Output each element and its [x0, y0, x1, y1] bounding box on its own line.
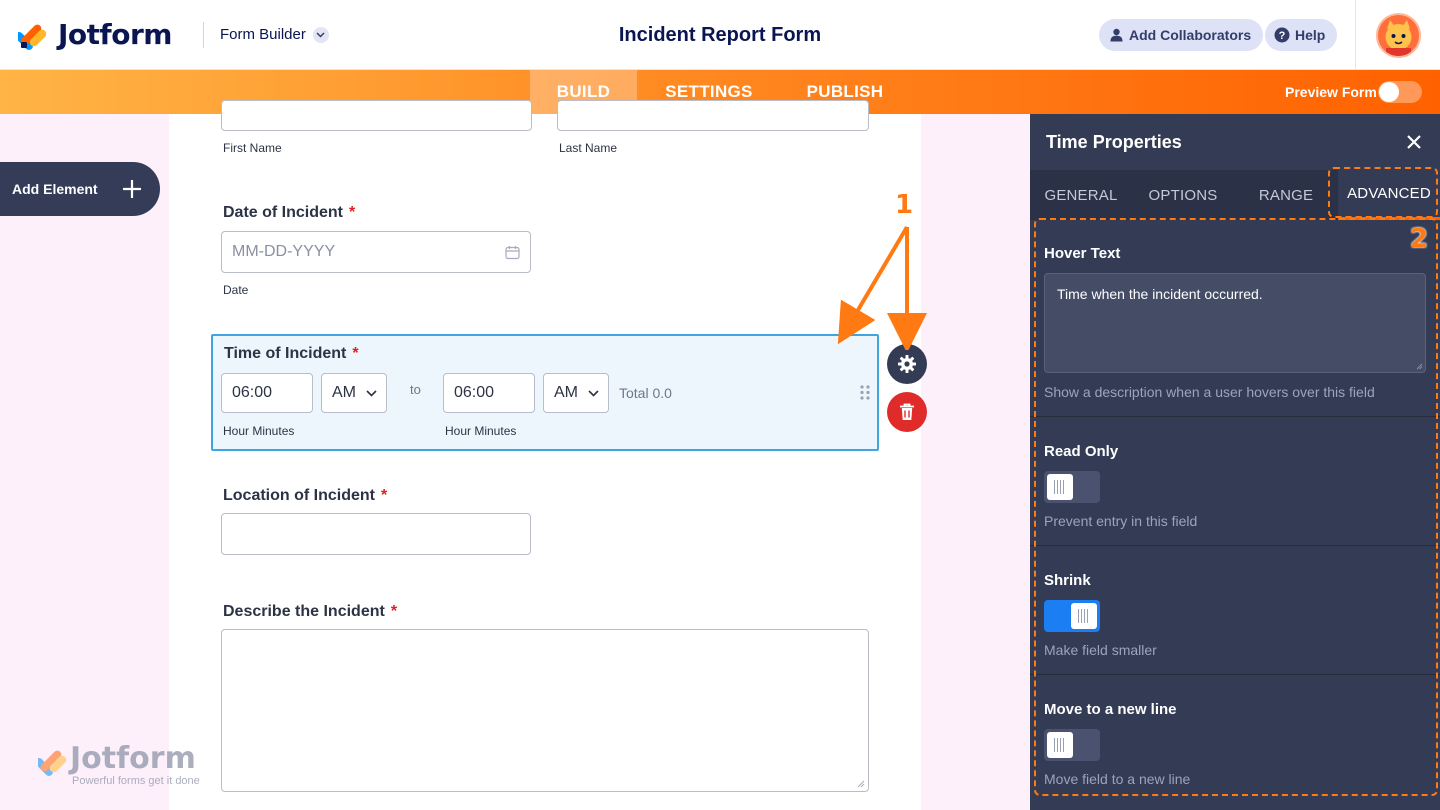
jotform-watermark: Jotform Powerful forms get it done [38, 741, 200, 787]
panel-tabs: GENERAL OPTIONS RANGE ADVANCED [1030, 170, 1440, 220]
add-collaborators-label: Add Collaborators [1129, 27, 1252, 43]
hover-text-textarea[interactable]: Time when the incident occurred. [1044, 273, 1426, 373]
tab-options[interactable]: OPTIONS [1132, 170, 1234, 220]
last-name-sublabel: Last Name [559, 141, 618, 155]
header-divider-right [1355, 0, 1356, 70]
user-avatar[interactable] [1376, 13, 1421, 58]
end-time-input[interactable]: 06:00 [443, 373, 535, 413]
end-ampm-select[interactable]: AM [543, 373, 609, 413]
date-field-label: Date of Incident * [223, 204, 356, 221]
hover-text-description: Show a description when a user hovers ov… [1044, 384, 1375, 400]
toggle-knob [1071, 603, 1097, 629]
annotation-marker-2: 2 [1410, 224, 1429, 254]
annotation-arrows [837, 225, 927, 350]
chevron-down-icon [366, 390, 377, 397]
new-line-section: Move to a new line Move field to a new l… [1030, 675, 1440, 810]
describe-field-label: Describe the Incident * [223, 603, 398, 620]
help-label: Help [1295, 27, 1326, 43]
tab-general[interactable]: GENERAL [1030, 170, 1132, 220]
start-time-input[interactable]: 06:00 [221, 373, 313, 413]
tab-advanced[interactable]: ADVANCED [1338, 170, 1440, 220]
header-divider [203, 22, 204, 48]
watermark-tagline: Powerful forms get it done [72, 775, 200, 787]
hover-text-value: Time when the incident occurred. [1057, 286, 1263, 302]
start-ampm-select[interactable]: AM [321, 373, 387, 413]
help-icon: ? [1274, 27, 1290, 43]
required-asterisk: * [352, 345, 359, 362]
time-properties-panel: Time Properties GENERAL OPTIONS RANGE AD… [1030, 114, 1440, 810]
required-asterisk: * [381, 487, 388, 504]
read-only-section: Read Only Prevent entry in this field [1030, 417, 1440, 546]
required-asterisk: * [349, 204, 356, 221]
shrink-section: Shrink Make field smaller [1030, 546, 1440, 675]
start-time-value: 06:00 [232, 384, 273, 401]
jotform-logo-icon [18, 24, 47, 50]
form-builder-label: Form Builder [220, 26, 306, 43]
close-icon[interactable] [1405, 133, 1423, 151]
jotform-watermark-logo-icon [38, 750, 67, 776]
add-element-label: Add Element [12, 181, 98, 197]
start-ampm-value: AM [332, 384, 356, 401]
toggle-knob [1047, 732, 1073, 758]
trash-icon [900, 403, 914, 420]
time-field-label: Time of Incident * [224, 345, 359, 362]
shrink-description: Make field smaller [1044, 642, 1157, 658]
chevron-down-icon [588, 390, 599, 397]
shrink-title: Shrink [1044, 572, 1091, 589]
panel-title: Time Properties [1046, 132, 1182, 152]
date-placeholder: MM-DD-YYYY [232, 243, 336, 260]
required-asterisk: * [390, 603, 398, 620]
drag-handle-icon[interactable] [860, 385, 870, 400]
toggle-knob [1047, 474, 1073, 500]
grip-icon [1078, 609, 1090, 623]
new-line-toggle[interactable] [1044, 729, 1100, 761]
read-only-toggle[interactable] [1044, 471, 1100, 503]
jotform-logo[interactable]: Jotform [18, 16, 172, 52]
time-range-to-label: to [410, 382, 421, 397]
toggle-knob [1379, 82, 1399, 102]
plus-icon [123, 180, 141, 198]
preview-form-label: Preview Form [1285, 84, 1377, 100]
end-time-sublabel: Hour Minutes [445, 424, 517, 438]
hover-text-title: Hover Text [1044, 245, 1121, 262]
svg-text:?: ? [1279, 30, 1286, 42]
user-icon [1108, 27, 1124, 43]
location-field-label: Location of Incident * [223, 487, 388, 504]
resize-handle-icon[interactable] [857, 780, 865, 788]
add-element-button[interactable]: Add Element [0, 162, 160, 216]
describe-textarea[interactable] [221, 629, 869, 792]
location-input[interactable] [221, 513, 531, 555]
first-name-sublabel: First Name [223, 141, 282, 155]
new-line-title: Move to a new line [1044, 701, 1177, 718]
top-header: Jotform Form Builder Incident Report For… [0, 0, 1440, 70]
end-time-value: 06:00 [454, 384, 495, 401]
new-line-description: Move field to a new line [1044, 771, 1191, 787]
start-time-sublabel: Hour Minutes [223, 424, 295, 438]
grip-icon [1054, 738, 1066, 752]
gear-icon [898, 355, 916, 373]
calendar-icon[interactable] [505, 245, 520, 260]
preview-form-toggle[interactable] [1378, 81, 1422, 103]
annotation-marker-1: 1 [895, 190, 914, 220]
time-total-label: Total 0.0 [619, 385, 672, 401]
read-only-title: Read Only [1044, 443, 1119, 460]
end-ampm-value: AM [554, 384, 578, 401]
last-name-input[interactable] [557, 100, 869, 131]
logo-wordmark: Jotform [58, 17, 172, 51]
form-builder-dropdown[interactable]: Form Builder [220, 26, 329, 43]
delete-field-button[interactable] [887, 392, 927, 432]
add-collaborators-button[interactable]: Add Collaborators [1099, 19, 1264, 51]
date-input[interactable]: MM-DD-YYYY [221, 231, 531, 273]
watermark-wordmark: Jotform [70, 741, 196, 776]
grip-icon [1054, 480, 1066, 494]
read-only-description: Prevent entry in this field [1044, 513, 1198, 529]
tab-range[interactable]: RANGE [1234, 170, 1338, 220]
resize-handle-icon[interactable] [1416, 363, 1423, 370]
help-button[interactable]: ? Help [1265, 19, 1338, 51]
date-sublabel: Date [223, 283, 249, 297]
first-name-input[interactable] [221, 100, 532, 131]
field-properties-button[interactable] [887, 344, 927, 384]
shrink-toggle[interactable] [1044, 600, 1100, 632]
chevron-down-icon [312, 26, 329, 43]
